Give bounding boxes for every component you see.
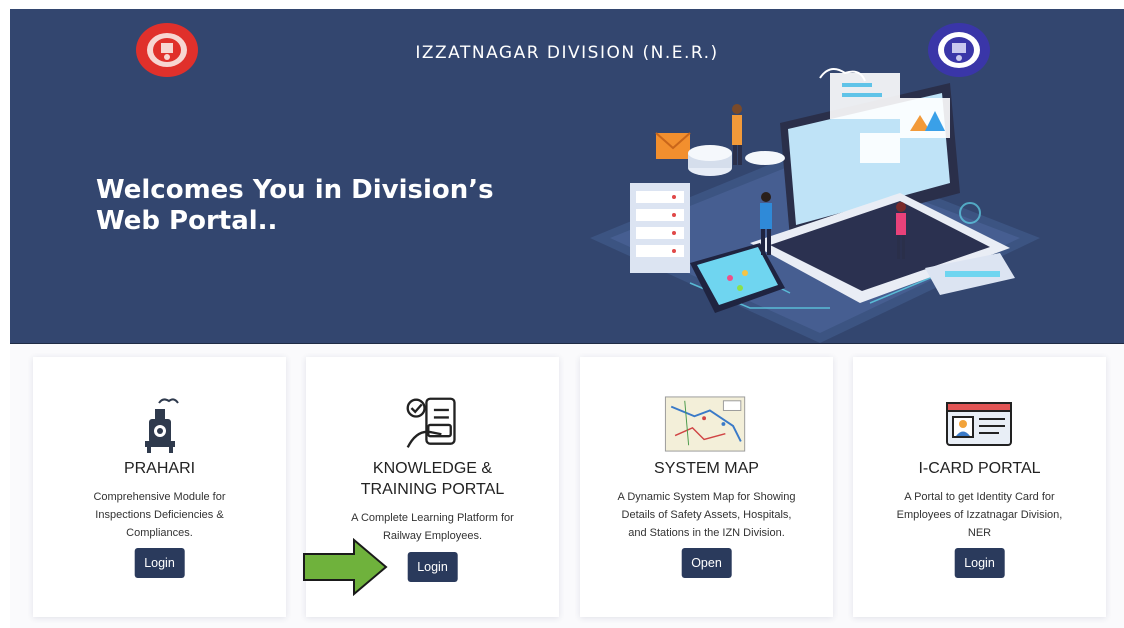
card-description: A Dynamic System Map for Showing Details… [600, 488, 813, 542]
prahari-login-button[interactable]: Login [134, 548, 185, 578]
icard-login-button[interactable]: Login [954, 548, 1005, 578]
mobile-checklist-icon [406, 397, 456, 448]
card-icard-portal: I-CARD PORTAL A Portal to get Identity C… [853, 357, 1106, 617]
desc-line: Compliances. [126, 527, 193, 539]
knowledge-training-login-button[interactable]: Login [407, 552, 458, 582]
card-title-line: TRAINING PORTAL [360, 481, 505, 498]
card-title-line: KNOWLEDGE & [372, 460, 493, 477]
card-title: I-CARD PORTAL [918, 460, 1041, 477]
card-title: SYSTEM MAP [654, 460, 759, 477]
card-description: A Portal to get Identity Card for Employ… [873, 488, 1086, 542]
tech-illustration [590, 68, 1040, 343]
hero-banner: IZZATNAGAR DIVISION (N.E.R.) Welcomes Yo… [10, 9, 1124, 345]
system-map-open-button[interactable]: Open [681, 548, 732, 578]
desc-line: A Complete Learning Platform for [351, 512, 514, 524]
train-engine-icon [145, 398, 179, 453]
id-card-icon [946, 402, 1012, 446]
card-title: KNOWLEDGE & TRAINING PORTAL [306, 458, 559, 500]
card-description: Comprehensive Module for Inspections Def… [53, 488, 266, 542]
welcome-line-1: Welcomes You in Division’s [96, 175, 494, 205]
welcome-line-2: Web Portal.. [96, 206, 278, 236]
welcome-heading: Welcomes You in Division’s Web Portal.. [96, 175, 494, 237]
desc-line: Employees of Izzatnagar Division, [896, 509, 1063, 521]
card-title: PRAHARI [123, 460, 196, 477]
card-system-map: SYSTEM MAP A Dynamic System Map for Show… [580, 357, 833, 617]
desc-line: Inspections Deficiencies & [95, 509, 224, 521]
desc-line: and Stations in the IZN Division. [628, 527, 785, 539]
portal-cards-section: PRAHARI Comprehensive Module for Inspect… [10, 344, 1124, 628]
map-icon [664, 396, 746, 452]
desc-line: A Dynamic System Map for Showing [617, 491, 796, 503]
desc-line: A Portal to get Identity Card for [904, 491, 1055, 503]
card-prahari: PRAHARI Comprehensive Module for Inspect… [33, 357, 286, 617]
desc-line: NER [967, 527, 992, 539]
desc-line: Details of Safety Assets, Hospitals, [621, 509, 792, 521]
desc-line: Comprehensive Module for [93, 491, 226, 503]
green-arrow-icon [303, 538, 388, 596]
